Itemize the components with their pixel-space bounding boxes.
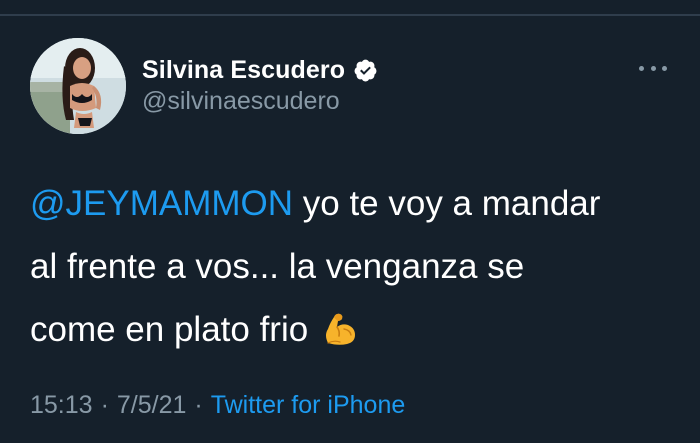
mention-link[interactable]: @JEYMAMMON bbox=[30, 184, 293, 223]
tweet-date[interactable]: 7/5/21 bbox=[117, 391, 187, 420]
tweet-meta: 15:13 · 7/5/21 · Twitter for iPhone bbox=[30, 391, 405, 420]
tweet-line-2: al frente a vos... la venganza se bbox=[30, 247, 525, 286]
more-options-icon[interactable] bbox=[639, 60, 667, 76]
display-name-row: Silvina Escudero bbox=[142, 53, 378, 87]
author-handle[interactable]: @silvinaescudero bbox=[142, 87, 340, 116]
more-dot bbox=[639, 65, 644, 71]
avatar[interactable] bbox=[30, 38, 126, 134]
tweet-time[interactable]: 15:13 bbox=[30, 391, 93, 420]
flexed-biceps-emoji-icon bbox=[320, 306, 360, 346]
meta-separator: · bbox=[194, 391, 203, 419]
more-dot bbox=[662, 65, 667, 71]
tweet-card: Silvina Escudero @silvinaescudero @JEYMA… bbox=[0, 0, 700, 443]
meta-separator: · bbox=[100, 391, 109, 419]
tweet-line-3-text: come en plato frio bbox=[30, 310, 309, 349]
avatar-photo bbox=[30, 38, 126, 134]
tweet-line-1-text: yo te voy a mandar bbox=[293, 184, 601, 223]
more-dot bbox=[650, 65, 656, 71]
tweet-text: @JEYMAMMON yo te voy a mandar al frente … bbox=[30, 172, 680, 361]
display-name[interactable]: Silvina Escudero bbox=[142, 56, 345, 85]
tweet-line-1: @JEYMAMMON yo te voy a mandar bbox=[30, 172, 680, 235]
source-link[interactable]: Twitter for iPhone bbox=[211, 391, 406, 420]
tweet-line-3: come en plato frio bbox=[30, 298, 680, 361]
verified-badge-icon bbox=[353, 58, 378, 83]
